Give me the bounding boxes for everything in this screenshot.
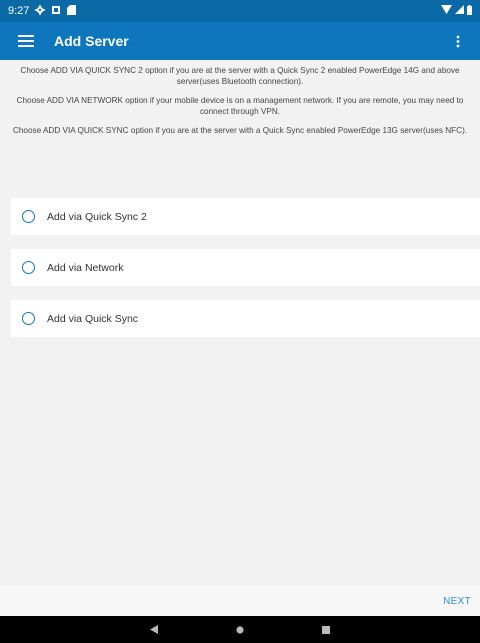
wifi-icon bbox=[441, 5, 452, 17]
next-button[interactable]: NEXT bbox=[443, 596, 471, 607]
instruction-network: Choose ADD VIA NETWORK option if your mo… bbox=[16, 96, 464, 116]
option-list: Add via Quick Sync 2 Add via Network Add… bbox=[11, 198, 480, 351]
status-left: 9:27 bbox=[8, 4, 77, 18]
back-icon[interactable] bbox=[111, 625, 197, 634]
settings-icon bbox=[35, 4, 46, 18]
option-label: Add via Network bbox=[47, 261, 124, 274]
page-title: Add Server bbox=[54, 33, 129, 49]
notification-icon bbox=[51, 5, 61, 18]
signal-icon bbox=[455, 5, 464, 17]
instruction-quick-sync: Choose ADD VIA QUICK SYNC option if you … bbox=[12, 126, 468, 135]
recents-icon[interactable] bbox=[283, 625, 369, 634]
option-network[interactable]: Add via Network bbox=[11, 249, 480, 286]
radio-button[interactable] bbox=[22, 261, 35, 274]
radio-button[interactable] bbox=[22, 312, 35, 325]
app-bar: Add Server bbox=[0, 22, 480, 60]
sd-card-icon bbox=[67, 4, 77, 18]
instructions: Choose ADD VIA QUICK SYNC 2 option if yo… bbox=[10, 66, 470, 146]
footer: NEXT bbox=[0, 586, 480, 616]
option-label: Add via Quick Sync bbox=[47, 312, 139, 325]
navigation-bar bbox=[0, 616, 480, 643]
battery-icon bbox=[467, 4, 472, 18]
more-vert-icon[interactable] bbox=[446, 25, 470, 57]
radio-button[interactable] bbox=[22, 210, 35, 223]
status-time: 9:27 bbox=[8, 5, 30, 17]
option-quick-sync[interactable]: Add via Quick Sync bbox=[11, 300, 480, 337]
home-icon[interactable] bbox=[197, 625, 283, 634]
status-bar: 9:27 bbox=[0, 0, 480, 22]
option-quick-sync-2[interactable]: Add via Quick Sync 2 bbox=[11, 198, 480, 235]
instruction-quick-sync-2: Choose ADD VIA QUICK SYNC 2 option if yo… bbox=[20, 66, 460, 86]
option-label: Add via Quick Sync 2 bbox=[47, 210, 147, 223]
hamburger-icon[interactable] bbox=[10, 25, 42, 57]
status-right bbox=[441, 4, 472, 18]
